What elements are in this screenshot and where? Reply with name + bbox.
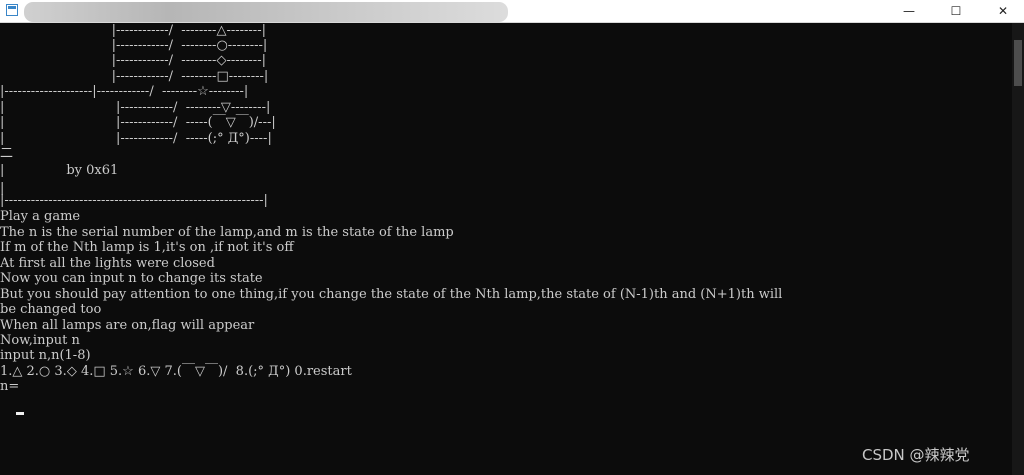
banner-line: |------------/ --------△--------| (0, 23, 266, 38)
banner-line: | |------------/ -----(;° Д°)----| (0, 131, 272, 146)
output-line: Now you can input n to change its state (0, 271, 263, 286)
vertical-scrollbar[interactable] (1012, 23, 1024, 475)
title-bar: — ☐ ✕ (0, 0, 1024, 23)
output-line: If m of the Nth lamp is 1,it's on ,if no… (0, 240, 294, 255)
window-title-blurred (24, 2, 508, 22)
output-line: When all lamps are on,flag will appear (0, 318, 255, 333)
console-output[interactable]: |------------/ --------△--------| |-----… (0, 23, 1012, 475)
output-line: But you should pay attention to one thin… (0, 287, 783, 302)
banner-line: 二 (0, 146, 14, 161)
banner-line: |---------------------------------------… (0, 193, 268, 208)
banner-credit-line: | by 0x61 (0, 163, 119, 178)
banner-line: | |------------/ --------▽--------| (0, 100, 271, 115)
lamp-options-line: 1.△ 2.○ 3.◇ 4.□ 5.☆ 6.▽ 7.(￣▽￣)/ 8.(;° Д… (0, 364, 352, 379)
banner-line: |--------------------|------------/ ----… (0, 84, 249, 99)
console-app-icon (6, 4, 18, 16)
banner-line: |------------/ --------◇--------| (0, 53, 266, 68)
banner-line: | |------------/ -----(￣▽￣)/---| (0, 115, 276, 130)
output-line: Now,input n (0, 333, 80, 348)
text-cursor (16, 412, 24, 415)
watermark: CSDN @辣辣党 (862, 446, 970, 464)
close-button[interactable]: ✕ (980, 0, 1024, 22)
banner-line: |------------/ --------□--------| (0, 69, 269, 84)
input-prompt[interactable]: n= (0, 379, 19, 394)
output-line: Play a game (0, 209, 81, 224)
output-line: input n,n(1-8) (0, 348, 91, 363)
maximize-button[interactable]: ☐ (933, 0, 979, 22)
output-line: The n is the serial number of the lamp,a… (0, 225, 454, 240)
output-line: be changed too (0, 302, 102, 317)
banner-line: |------------/ --------○--------| (0, 38, 268, 53)
scrollbar-thumb[interactable] (1014, 40, 1022, 86)
minimize-button[interactable]: — (886, 0, 932, 22)
output-line: At first all the lights were closed (0, 256, 215, 271)
